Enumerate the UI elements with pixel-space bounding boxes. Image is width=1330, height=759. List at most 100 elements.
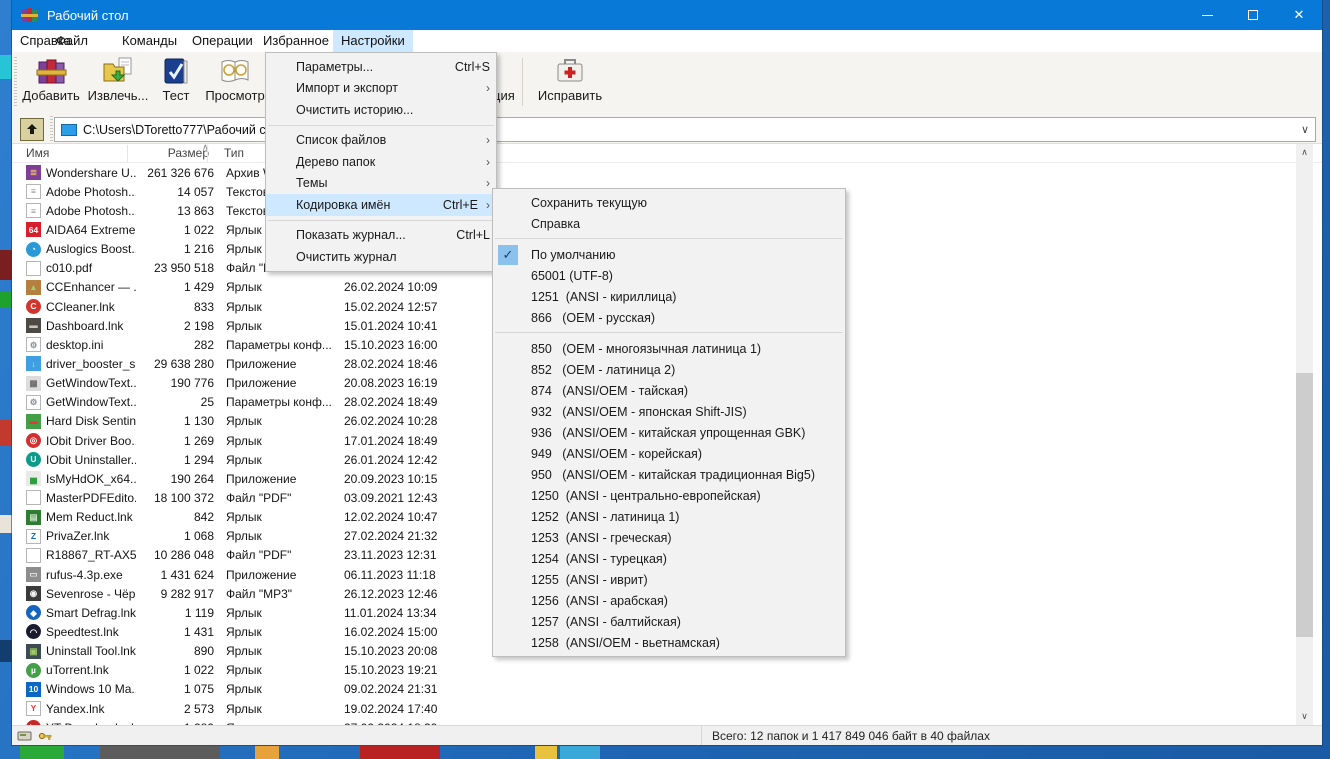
file-type: Ярлык bbox=[226, 624, 262, 639]
desktop: { "window": { "title": "Рабочий стол" },… bbox=[0, 0, 1330, 759]
menubar-item[interactable]: Справка bbox=[12, 30, 79, 52]
scroll-up-icon[interactable]: ∧ bbox=[1296, 144, 1313, 161]
vertical-scrollbar[interactable]: ∧ ∨ bbox=[1296, 144, 1313, 725]
menu-item[interactable]: ✓ 850 (OEM - многоязычная латиница 1) › bbox=[493, 338, 845, 359]
menu-item[interactable]: ✓ 950 (ANSI/OEM - китайская традиционная… bbox=[493, 464, 845, 485]
file-name: CCEnhancer — ... bbox=[46, 280, 136, 295]
menu-item[interactable]: ✓ 949 (ANSI/OEM - корейская) › bbox=[493, 443, 845, 464]
table-row[interactable]: ≣ Wondershare U... 261 326 676 Архив W bbox=[12, 163, 1308, 182]
file-type: Приложение bbox=[226, 376, 297, 391]
privazer-icon: Z bbox=[26, 528, 41, 544]
test-button[interactable]: Тест bbox=[152, 55, 200, 113]
column-header-type[interactable]: Тип bbox=[224, 144, 244, 163]
menu-item[interactable]: ✓ › bbox=[493, 328, 845, 338]
folder-up-button[interactable] bbox=[20, 118, 44, 141]
winrar-archive-icon: ≣ bbox=[26, 165, 41, 181]
add-button[interactable]: Добавить bbox=[18, 55, 84, 113]
file-name: MasterPDFEdito... bbox=[46, 490, 136, 505]
menu-item[interactable]: ✓ Параметры... Ctrl+S › bbox=[266, 56, 496, 78]
menu-item[interactable]: ✓ Справка › bbox=[493, 213, 845, 234]
file-name: driver_booster_s... bbox=[46, 356, 136, 371]
table-row[interactable]: 10 Windows 10 Ma... 1 075 Ярлык 09.02.20… bbox=[12, 680, 1308, 699]
file-name: desktop.ini bbox=[46, 337, 104, 352]
file-size: 1 022 bbox=[183, 222, 214, 237]
file-size: 1 216 bbox=[183, 242, 214, 257]
statusbar: Всего: 12 папок и 1 417 849 046 байт в 4… bbox=[12, 725, 1322, 745]
table-row[interactable]: µ uTorrent.lnk 1 022 Ярлык 15.10.2023 19… bbox=[12, 661, 1308, 680]
menu-item[interactable]: ✓ Список файлов › bbox=[266, 130, 496, 152]
shortcut-label: Ctrl+S bbox=[454, 59, 490, 74]
menubar-item[interactable]: Команды bbox=[114, 30, 185, 52]
file-date: 27.02.2024 21:32 bbox=[344, 529, 438, 544]
menu-item[interactable]: ✓ Темы › bbox=[266, 173, 496, 195]
file-type: Приложение bbox=[226, 567, 297, 582]
menu-item[interactable]: ✓ Сохранить текущую › bbox=[493, 192, 845, 213]
maximize-button[interactable] bbox=[1230, 0, 1276, 30]
menu-item[interactable]: ✓ Показать журнал... Ctrl+L › bbox=[266, 225, 496, 247]
table-row[interactable]: Y Yandex.lnk 2 573 Ярлык 19.02.2024 17:4… bbox=[12, 699, 1308, 718]
file-name: Yandex.lnk bbox=[46, 701, 105, 716]
desktop-fragment bbox=[0, 250, 12, 280]
file-size: 23 950 518 bbox=[153, 261, 214, 276]
file-name: uTorrent.lnk bbox=[46, 663, 109, 678]
menu-item[interactable]: ✓ 1250 (ANSI - центрально-европейская) › bbox=[493, 485, 845, 506]
view-button[interactable]: Просмотр bbox=[200, 55, 270, 113]
menu-item[interactable]: ✓ Импорт и экспорт › bbox=[266, 78, 496, 100]
menubar-item[interactable]: Настройки bbox=[333, 30, 413, 52]
menu-item[interactable]: ✓ 1257 (ANSI - балтийская) › bbox=[493, 611, 845, 632]
menu-item[interactable]: ✓ 1252 (ANSI - латиница 1) › bbox=[493, 506, 845, 527]
submenu-arrow-icon: › bbox=[486, 197, 490, 212]
repair-button[interactable]: Исправить bbox=[530, 55, 610, 113]
window-title: Рабочий стол bbox=[47, 7, 129, 23]
menu-item[interactable]: ✓ 866 (OEM - русская) › bbox=[493, 307, 845, 328]
titlebar[interactable]: Рабочий стол ✕ bbox=[12, 0, 1322, 30]
toolbar: Добавить Извлечь... Тест Просмотр Исправ… bbox=[12, 52, 1322, 144]
minimize-button[interactable] bbox=[1184, 0, 1230, 30]
menu-item[interactable]: ✓ 1253 (ANSI - греческая) › bbox=[493, 527, 845, 548]
menu-item[interactable]: ✓ 1254 (ANSI - турецкая) › bbox=[493, 548, 845, 569]
extract-button[interactable]: Извлечь... bbox=[86, 55, 150, 113]
menubar-item[interactable]: Операции bbox=[184, 30, 261, 52]
menu-item[interactable]: ✓ › bbox=[266, 216, 496, 225]
speedtest-icon: ◠ bbox=[26, 624, 41, 640]
menu-item[interactable]: ✓ Очистить журнал › bbox=[266, 246, 496, 268]
menu-item[interactable]: ✓ 1255 (ANSI - иврит) › bbox=[493, 569, 845, 590]
menu-item[interactable]: ✓ Кодировка имён Ctrl+E › bbox=[266, 194, 496, 216]
chevron-down-icon[interactable]: ∨ bbox=[1301, 123, 1309, 136]
menu-item[interactable]: ✓ › bbox=[266, 121, 496, 130]
menu-item[interactable]: ✓ 1251 (ANSI - кириллица) › bbox=[493, 286, 845, 307]
submenu-arrow-icon: › bbox=[486, 176, 490, 191]
menu-item[interactable]: ✓ Дерево папок › bbox=[266, 151, 496, 173]
table-row[interactable]: ▶ YT Downloader.l... 1 289 Ярлык 27.02.2… bbox=[12, 718, 1308, 725]
menu-item[interactable]: ✓ 936 (ANSI/OEM - китайская упрощенная G… bbox=[493, 422, 845, 443]
menu-item[interactable]: ✓ › bbox=[493, 234, 845, 244]
column-header-size[interactable]: Размер bbox=[127, 144, 209, 163]
scrollbar-thumb[interactable] bbox=[1296, 373, 1313, 637]
file-type: Файл "PDF" bbox=[226, 548, 292, 563]
scroll-down-icon[interactable]: ∨ bbox=[1296, 708, 1313, 725]
column-header-name[interactable]: Имя bbox=[26, 144, 49, 163]
menu-item[interactable]: ✓ Очистить историю... › bbox=[266, 99, 496, 121]
menu-item[interactable]: ✓ 932 (ANSI/OEM - японская Shift-JIS) › bbox=[493, 401, 845, 422]
menubar-item[interactable]: Избранное bbox=[263, 30, 329, 52]
menu-item[interactable]: ✓ 852 (OEM - латиница 2) › bbox=[493, 359, 845, 380]
file-name: Smart Defrag.lnk bbox=[46, 605, 136, 620]
file-date: 06.11.2023 11:18 bbox=[344, 567, 436, 582]
menu-item[interactable]: ✓ По умолчанию › bbox=[493, 244, 845, 265]
address-combobox[interactable]: C:\Users\DToretto777\Рабочий с ∨ bbox=[54, 117, 1316, 142]
menu-item[interactable]: ✓ 1256 (ANSI - арабская) › bbox=[493, 590, 845, 611]
file-date: 11.01.2024 13:34 bbox=[344, 605, 437, 620]
file-size: 282 bbox=[193, 337, 214, 352]
close-button[interactable]: ✕ bbox=[1276, 0, 1322, 30]
file-name: c010.pdf bbox=[46, 261, 93, 276]
file-type: Ярлык bbox=[226, 414, 262, 429]
menu-item[interactable]: ✓ 65001 (UTF-8) › bbox=[493, 265, 845, 286]
usb-drive-icon: ▭ bbox=[26, 567, 41, 583]
menu-item[interactable]: ✓ 1258 (ANSI/OEM - вьетнамская) › bbox=[493, 632, 845, 653]
ismyhdok-icon: ▅ bbox=[26, 471, 41, 487]
iobit-driver-booster-icon: ◎ bbox=[26, 433, 41, 449]
file-type: Приложение bbox=[226, 356, 297, 371]
file-type: Файл "PDF" bbox=[226, 490, 292, 505]
menu-item[interactable]: ✓ 874 (ANSI/OEM - тайская) › bbox=[493, 380, 845, 401]
file-size: 14 057 bbox=[177, 184, 214, 199]
